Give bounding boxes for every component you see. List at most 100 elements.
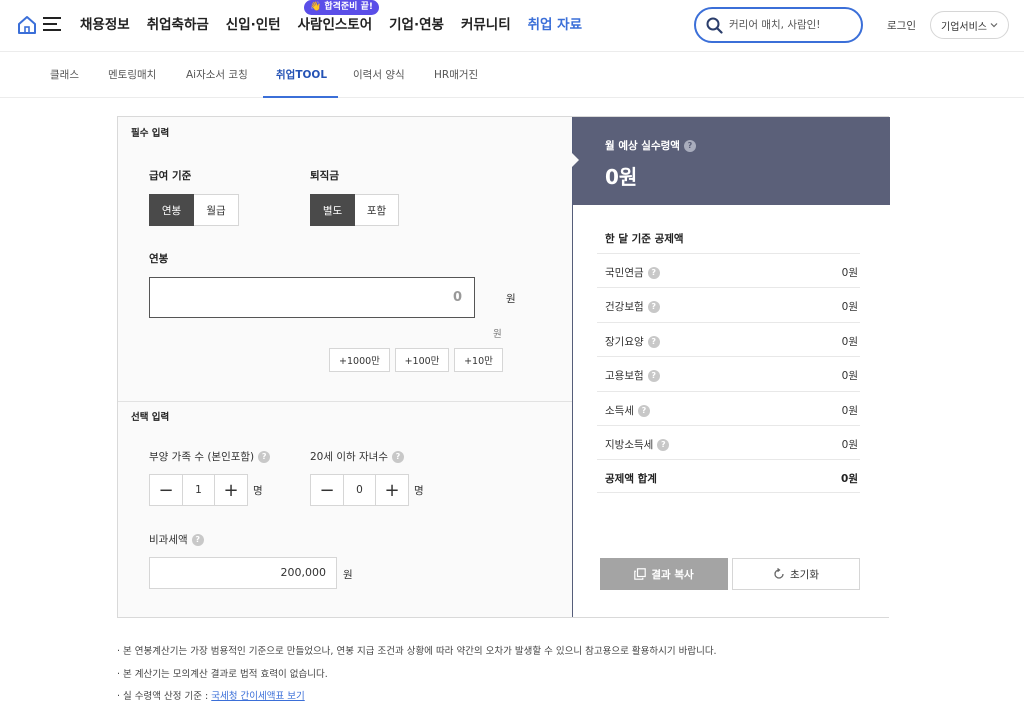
- help-icon[interactable]: ?: [647, 370, 660, 382]
- deduction-name: 고용보험?: [605, 368, 660, 383]
- salary-label: 연봉: [149, 253, 169, 265]
- net-pay-label-text: 월 예상 실수령액: [605, 140, 680, 152]
- deduction-row-health-insurance: 건강보험? 0원: [597, 287, 860, 321]
- search-input[interactable]: [729, 19, 849, 31]
- subnav-item-career-tool[interactable]: 취업TOOL: [276, 67, 327, 82]
- salary-calculator: 필수 입력 급여 기준 연봉 월급 퇴직금 별도 포함 연봉 0 원 원 +10…: [117, 116, 890, 618]
- optional-section-title: 선택 입력: [131, 412, 170, 423]
- add-10-million-button[interactable]: +1000만: [329, 348, 390, 372]
- gnb-item-company-salary[interactable]: 기업·연봉: [389, 14, 444, 36]
- note-legal: · 본 계산기는 모의계산 결과로 법적 효력이 없습니다.: [117, 669, 328, 680]
- help-icon[interactable]: ?: [392, 451, 404, 463]
- subnav-item-hr-magazine[interactable]: HR매거진: [434, 67, 478, 82]
- deduction-total-value: 0원: [841, 473, 858, 485]
- severance-included-option[interactable]: 포함: [355, 194, 399, 226]
- pointer-arrow: [572, 153, 579, 167]
- dependents-unit: 명: [253, 485, 263, 497]
- salary-basis-label: 급여 기준: [149, 170, 192, 182]
- deduction-value: 0원: [841, 405, 858, 417]
- deduction-row-long-term-care: 장기요양? 0원: [597, 322, 860, 356]
- deduction-value: 0원: [841, 267, 858, 279]
- copy-icon: [634, 568, 647, 580]
- add-1-million-button[interactable]: +100만: [395, 348, 449, 372]
- hamburger-menu-icon[interactable]: [43, 16, 61, 32]
- deduction-value: 0원: [841, 370, 858, 382]
- severance-toggle: 별도 포함: [310, 194, 399, 226]
- help-icon[interactable]: ?: [647, 336, 660, 348]
- children-stepper: − 0 +: [310, 474, 409, 506]
- salary-basis-annual-option[interactable]: 연봉: [149, 194, 194, 226]
- help-icon[interactable]: ?: [637, 405, 650, 417]
- deduction-name-text: 지방소득세: [605, 439, 654, 451]
- salary-input[interactable]: 0: [149, 277, 475, 318]
- help-icon[interactable]: ?: [683, 140, 696, 152]
- gnb-item-store[interactable]: 사람인스토어: [298, 14, 373, 36]
- subnav-item-resume-forms[interactable]: 이력서 양식: [353, 67, 405, 82]
- copy-result-label: 결과 복사: [651, 568, 694, 581]
- dependents-stepper: − 1 +: [149, 474, 248, 506]
- deduction-row-total: 공제액 합계 0원: [597, 459, 860, 493]
- gnb-item-community[interactable]: 커뮤니티: [461, 14, 511, 36]
- deduction-name-text: 고용보험: [605, 370, 644, 382]
- help-icon[interactable]: ?: [647, 267, 660, 279]
- subnav-item-ai-coaching[interactable]: Ai자소서 코칭: [186, 67, 248, 82]
- children-increase-button[interactable]: +: [376, 475, 408, 505]
- input-pane: 필수 입력 급여 기준 연봉 월급 퇴직금 별도 포함 연봉 0 원 원 +10…: [118, 117, 573, 617]
- home-icon[interactable]: [17, 15, 37, 35]
- note-disclaimer: · 본 연봉계산기는 가장 범용적인 기준으로 만들었으나, 연봉 지급 조건과…: [117, 646, 717, 657]
- subnav-item-mentoring[interactable]: 멘토링매치: [108, 67, 156, 82]
- tax-table-link[interactable]: 국세청 간이세액표 보기: [211, 691, 304, 702]
- search-box[interactable]: [694, 7, 863, 43]
- nontax-amount-input[interactable]: 200,000: [149, 557, 337, 589]
- children-unit: 명: [414, 485, 424, 497]
- nontax-label-text: 비과세액: [149, 534, 188, 546]
- gnb-item-newcomer-intern[interactable]: 신입·인턴: [226, 14, 281, 36]
- children-label-text: 20세 이하 자녀수: [310, 451, 388, 463]
- severance-separate-option[interactable]: 별도: [310, 194, 355, 226]
- login-link[interactable]: 로그인: [887, 18, 916, 33]
- gnb-item-jobs[interactable]: 채용정보: [80, 14, 130, 36]
- deduction-name-text: 국민연금: [605, 267, 644, 279]
- nontax-unit: 원: [343, 569, 353, 581]
- add-100k-button[interactable]: +10만: [454, 348, 503, 372]
- help-icon[interactable]: ?: [647, 301, 660, 313]
- dependents-increase-button[interactable]: +: [215, 475, 247, 505]
- top-header: 채용정보 취업축하금 신입·인턴 사람인스토어 기업·연봉 커뮤니티 취업 자료…: [0, 0, 1024, 52]
- reset-label: 초기화: [790, 568, 819, 581]
- help-icon[interactable]: ?: [657, 439, 670, 451]
- search-icon[interactable]: [706, 17, 723, 34]
- net-pay-label: 월 예상 실수령액?: [605, 138, 696, 153]
- children-label: 20세 이하 자녀수?: [310, 449, 404, 464]
- dependents-value[interactable]: 1: [182, 475, 215, 505]
- help-icon[interactable]: ?: [258, 451, 271, 463]
- sub-nav: 클래스 멘토링매치 Ai자소서 코칭 취업TOOL 이력서 양식 HR매거진: [0, 52, 1024, 98]
- dependents-label: 부양 가족 수 (본인포함)?: [149, 449, 271, 464]
- active-tab-underline: [263, 96, 338, 98]
- required-input-section: 필수 입력 급여 기준 연봉 월급 퇴직금 별도 포함 연봉 0 원 원 +10…: [118, 117, 573, 402]
- subnav-item-class[interactable]: 클래스: [50, 67, 79, 82]
- severance-label: 퇴직금: [310, 170, 339, 182]
- help-icon[interactable]: ?: [191, 534, 204, 546]
- promo-badge[interactable]: 👋 합격준비 끝!: [304, 0, 379, 15]
- gnb-item-bonus[interactable]: 취업축하금: [147, 14, 209, 36]
- gnb-item-career-resources[interactable]: 취업 자료: [528, 14, 582, 36]
- salary-sub-unit: 원: [493, 329, 502, 340]
- corp-service-button[interactable]: 기업서비스: [930, 11, 1009, 39]
- deduction-name: 지방소득세?: [605, 437, 670, 452]
- note-criteria-prefix: · 실 수령액 산정 기준 :: [117, 691, 212, 702]
- reset-button[interactable]: 초기화: [732, 558, 860, 590]
- deduction-name: 장기요양?: [605, 334, 660, 349]
- deduction-name: 국민연금?: [605, 265, 660, 280]
- children-value[interactable]: 0: [343, 475, 376, 505]
- deduction-row-local-income-tax: 지방소득세? 0원: [597, 425, 860, 459]
- corp-service-label: 기업서비스: [941, 21, 987, 33]
- salary-basis-monthly-option[interactable]: 월급: [194, 194, 239, 226]
- deduction-row-income-tax: 소득세? 0원: [597, 391, 860, 425]
- global-nav: 채용정보 취업축하금 신입·인턴 사람인스토어 기업·연봉 커뮤니티 취업 자료: [80, 14, 599, 36]
- copy-result-button[interactable]: 결과 복사: [600, 558, 728, 590]
- children-decrease-button[interactable]: −: [311, 475, 343, 505]
- deduction-name-text: 건강보험: [605, 301, 644, 313]
- chevron-down-icon: [990, 23, 998, 28]
- dependents-decrease-button[interactable]: −: [150, 475, 182, 505]
- note-criteria: · 실 수령액 산정 기준 : 국세청 간이세액표 보기: [117, 688, 305, 702]
